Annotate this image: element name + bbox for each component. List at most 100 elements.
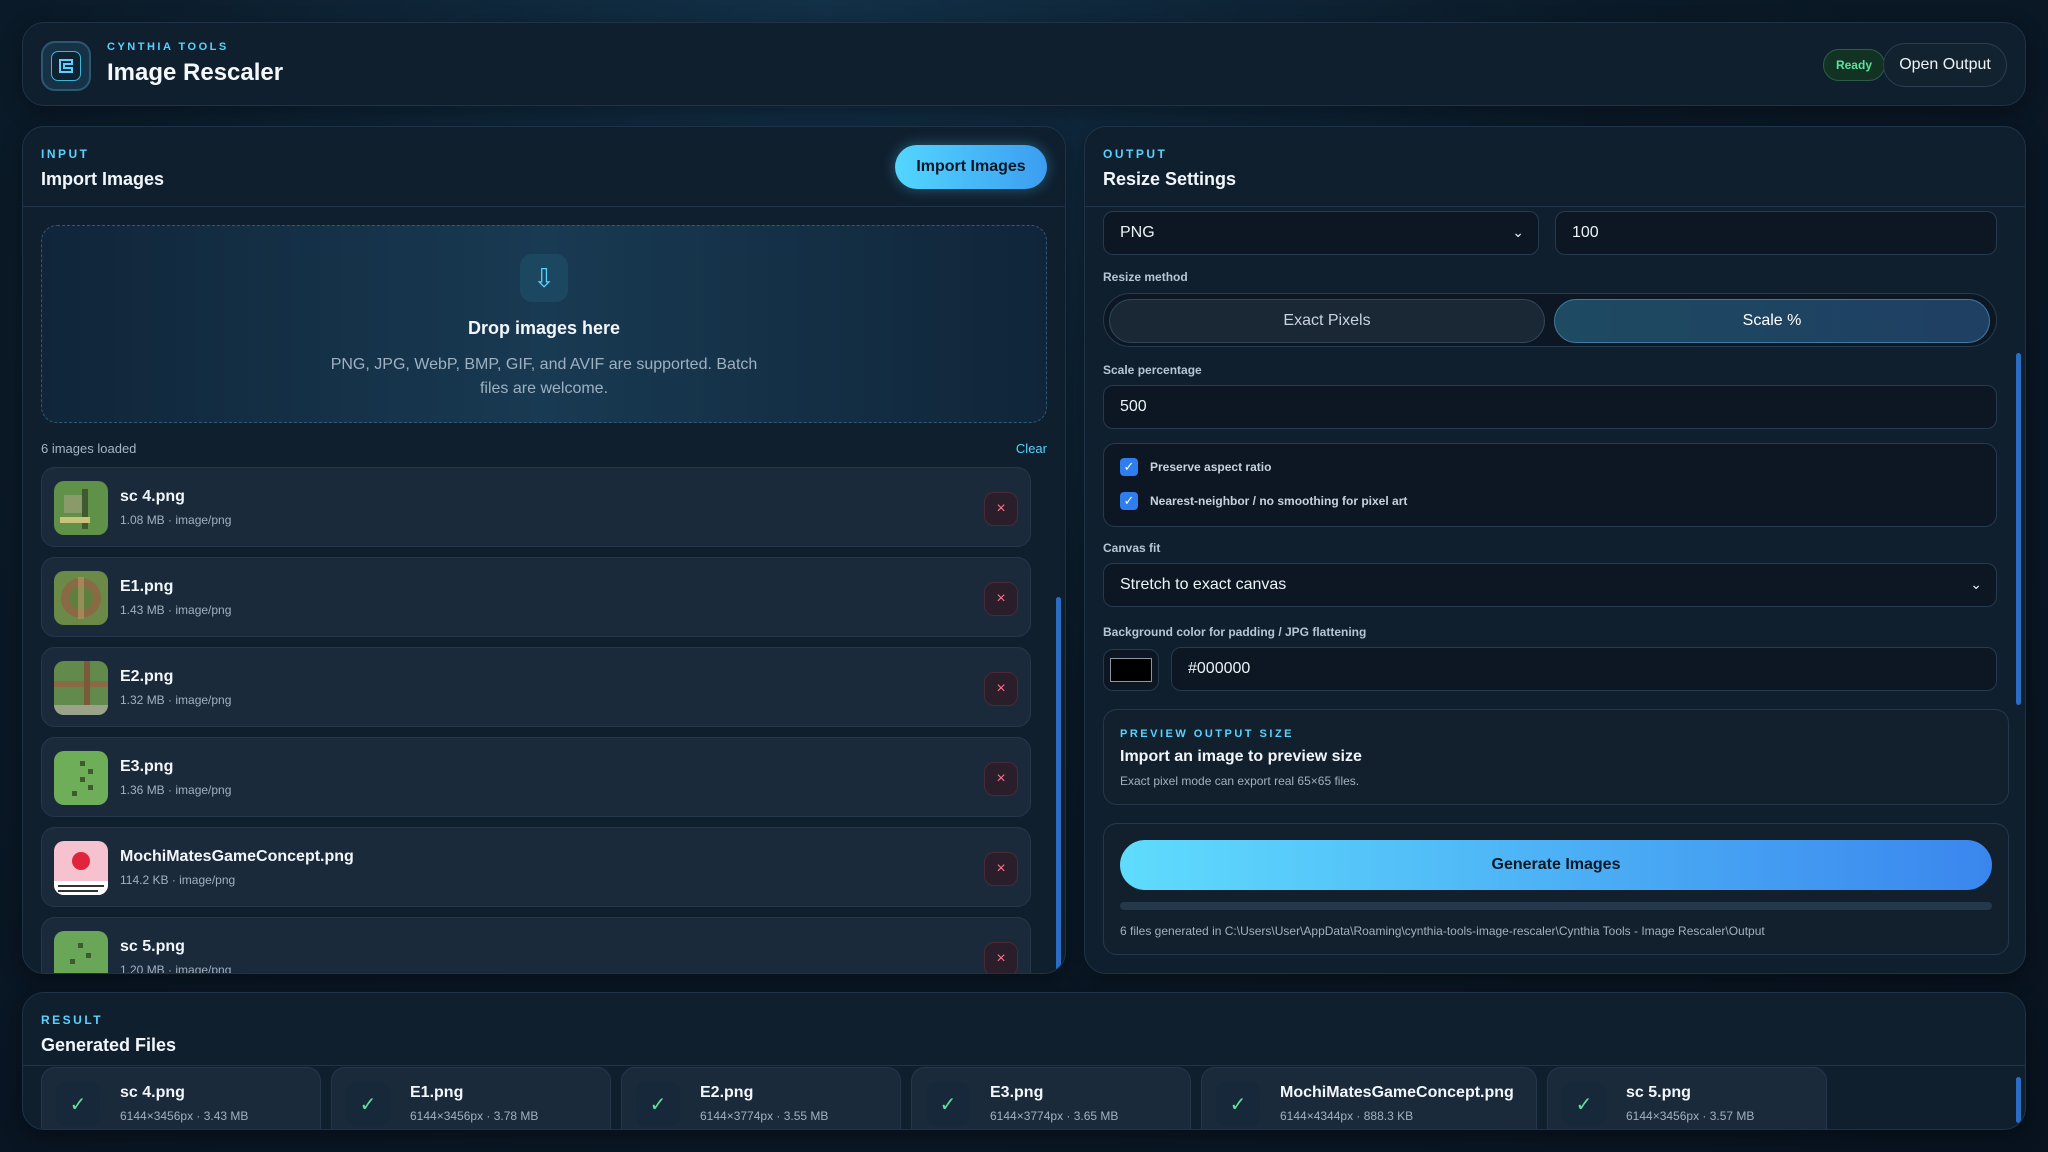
- open-output-button[interactable]: Open Output: [1883, 43, 2007, 87]
- close-icon: ×: [996, 770, 1006, 787]
- resize-method-toggle: Exact Pixels Scale %: [1103, 293, 1997, 347]
- clear-button[interactable]: Clear: [1016, 441, 1047, 456]
- import-images-button[interactable]: Import Images: [895, 145, 1047, 189]
- options-box: ✓ Preserve aspect ratio ✓ Nearest-neighb…: [1103, 443, 1997, 527]
- check-icon: ✓: [636, 1082, 680, 1126]
- file-thumbnail: [54, 481, 108, 535]
- preview-box: PREVIEW OUTPUT SIZE Import an image to p…: [1103, 709, 2009, 805]
- chevron-down-icon: ⌄: [1512, 224, 1524, 240]
- drop-title: Drop images here: [467, 318, 621, 338]
- result-file-name: E1.png: [410, 1084, 464, 1101]
- close-icon: ×: [996, 590, 1006, 607]
- output-path-status: 6 files generated in C:\Users\User\AppDa…: [1120, 924, 1765, 938]
- color-picker[interactable]: [1103, 649, 1159, 691]
- check-icon: ✓: [56, 1082, 100, 1126]
- nearest-neighbor-checkbox[interactable]: ✓ Nearest-neighbor / no smoothing for pi…: [1120, 492, 1407, 510]
- file-row: E1.png 1.43 MB · image/png ×: [41, 557, 1031, 637]
- background-color-input[interactable]: #000000: [1171, 647, 1997, 691]
- images-loaded-count: 6 images loaded: [41, 441, 137, 456]
- output-eyebrow: OUTPUT: [1103, 147, 1168, 161]
- output-title: Resize Settings: [1103, 169, 1237, 189]
- background-color-value: #000000: [1188, 660, 1251, 677]
- resize-method-label: Resize method: [1103, 270, 1188, 284]
- file-name: E1.png: [120, 578, 174, 595]
- file-name: E3.png: [120, 758, 174, 775]
- file-row: E3.png 1.36 MB · image/png ×: [41, 737, 1031, 817]
- remove-file-button[interactable]: ×: [984, 762, 1018, 796]
- result-file-meta: 6144×4344px · 888.3 KB: [1280, 1109, 1414, 1123]
- input-eyebrow: INPUT: [41, 147, 90, 161]
- generate-images-button[interactable]: Generate Images: [1120, 840, 1992, 890]
- file-name: MochiMatesGameConcept.png: [120, 848, 354, 865]
- scale-percent-option[interactable]: Scale %: [1554, 299, 1990, 343]
- remove-file-button[interactable]: ×: [984, 672, 1018, 706]
- file-thumbnail: [54, 751, 108, 805]
- file-list: sc 4.png 1.08 MB · image/png × E1.png 1.…: [41, 467, 1031, 973]
- remove-file-button[interactable]: ×: [984, 852, 1018, 886]
- preview-title: Import an image to preview size: [1120, 748, 1362, 765]
- file-thumbnail: [54, 841, 108, 895]
- file-row: MochiMatesGameConcept.png 114.2 KB · ima…: [41, 827, 1031, 907]
- output-panel: OUTPUT Resize Settings PNG ⌄ 100 Resize …: [1084, 126, 2026, 974]
- result-file-name: E3.png: [990, 1084, 1044, 1101]
- preview-eyebrow: PREVIEW OUTPUT SIZE: [1120, 728, 1295, 740]
- chevron-down-icon: ⌄: [1970, 576, 1982, 592]
- status-badge: Ready: [1822, 49, 1885, 81]
- color-swatch: [1110, 658, 1152, 682]
- file-row: E2.png 1.32 MB · image/png ×: [41, 647, 1031, 727]
- result-card[interactable]: ✓ sc 4.png 6144×3456px · 3.43 MB: [41, 1067, 321, 1129]
- background-color-label: Background color for padding / JPG flatt…: [1103, 625, 1367, 639]
- file-thumbnail: [54, 931, 108, 973]
- settings-scrollbar[interactable]: [2016, 353, 2021, 705]
- nearest-neighbor-label: Nearest-neighbor / no smoothing for pixe…: [1150, 494, 1408, 508]
- file-list-scrollbar[interactable]: [1056, 597, 1061, 973]
- generate-box: Generate Images 6 files generated in C:\…: [1103, 823, 2009, 955]
- result-file-name: sc 4.png: [120, 1084, 185, 1101]
- result-card[interactable]: ✓ E3.png 6144×3774px · 3.65 MB: [911, 1067, 1191, 1129]
- quality-input[interactable]: 100: [1555, 211, 1997, 255]
- drop-hint: PNG, JPG, WebP, BMP, GIF, and AVIF are s…: [330, 356, 758, 397]
- generated-files-list: ✓ sc 4.png 6144×3456px · 3.43 MB ✓ E1.pn…: [41, 1067, 2001, 1129]
- brand-eyebrow: CYNTHIA TOOLS: [107, 41, 229, 53]
- divider: [23, 206, 1065, 207]
- file-row: sc 4.png 1.08 MB · image/png ×: [41, 467, 1031, 547]
- result-file-meta: 6144×3774px · 3.65 MB: [990, 1109, 1119, 1123]
- app-header: CYNTHIA TOOLS Image Rescaler Ready Open …: [22, 22, 2026, 106]
- result-file-meta: 6144×3456px · 3.43 MB: [120, 1109, 249, 1123]
- close-icon: ×: [996, 950, 1006, 967]
- drop-zone[interactable]: ⇩ Drop images here PNG, JPG, WebP, BMP, …: [41, 225, 1047, 423]
- file-meta: 114.2 KB · image/png: [120, 873, 236, 887]
- result-card[interactable]: ✓ MochiMatesGameConcept.png 6144×4344px …: [1201, 1067, 1537, 1129]
- preserve-aspect-checkbox[interactable]: ✓ Preserve aspect ratio: [1120, 458, 1271, 476]
- scale-value: 500: [1120, 398, 1147, 415]
- file-thumbnail: [54, 661, 108, 715]
- remove-file-button[interactable]: ×: [984, 492, 1018, 526]
- file-meta: 1.08 MB · image/png: [120, 513, 232, 527]
- close-icon: ×: [996, 500, 1006, 517]
- result-file-name: MochiMatesGameConcept.png: [1280, 1084, 1514, 1101]
- exact-pixels-option[interactable]: Exact Pixels: [1109, 299, 1545, 343]
- check-icon: ✓: [1120, 492, 1138, 510]
- remove-file-button[interactable]: ×: [984, 582, 1018, 616]
- scale-percentage-input[interactable]: 500: [1103, 385, 1997, 429]
- format-select[interactable]: PNG ⌄: [1103, 211, 1539, 255]
- check-icon: ✓: [926, 1082, 970, 1126]
- result-eyebrow: RESULT: [41, 1013, 104, 1027]
- remove-file-button[interactable]: ×: [984, 942, 1018, 973]
- preserve-aspect-label: Preserve aspect ratio: [1150, 460, 1272, 474]
- result-card[interactable]: ✓ sc 5.png 6144×3456px · 3.57 MB: [1547, 1067, 1827, 1129]
- file-thumbnail: [54, 571, 108, 625]
- scale-percentage-label: Scale percentage: [1103, 363, 1202, 377]
- result-card[interactable]: ✓ E1.png 6144×3456px · 3.78 MB: [331, 1067, 611, 1129]
- result-scrollbar[interactable]: [2016, 1077, 2021, 1123]
- result-file-meta: 6144×3774px · 3.55 MB: [700, 1109, 829, 1123]
- input-panel: INPUT Import Images Import Images ⇩ Drop…: [22, 126, 1066, 974]
- preview-hint: Exact pixel mode can export real 65×65 f…: [1120, 774, 1360, 788]
- result-card[interactable]: ✓ E2.png 6144×3774px · 3.55 MB: [621, 1067, 901, 1129]
- input-title: Import Images: [41, 169, 165, 189]
- canvas-fit-select[interactable]: Stretch to exact canvas ⌄: [1103, 563, 1997, 607]
- result-file-name: E2.png: [700, 1084, 754, 1101]
- brand: CYNTHIA TOOLS Image Rescaler: [107, 41, 283, 87]
- check-icon: ✓: [1120, 458, 1138, 476]
- result-file-name: sc 5.png: [1626, 1084, 1691, 1101]
